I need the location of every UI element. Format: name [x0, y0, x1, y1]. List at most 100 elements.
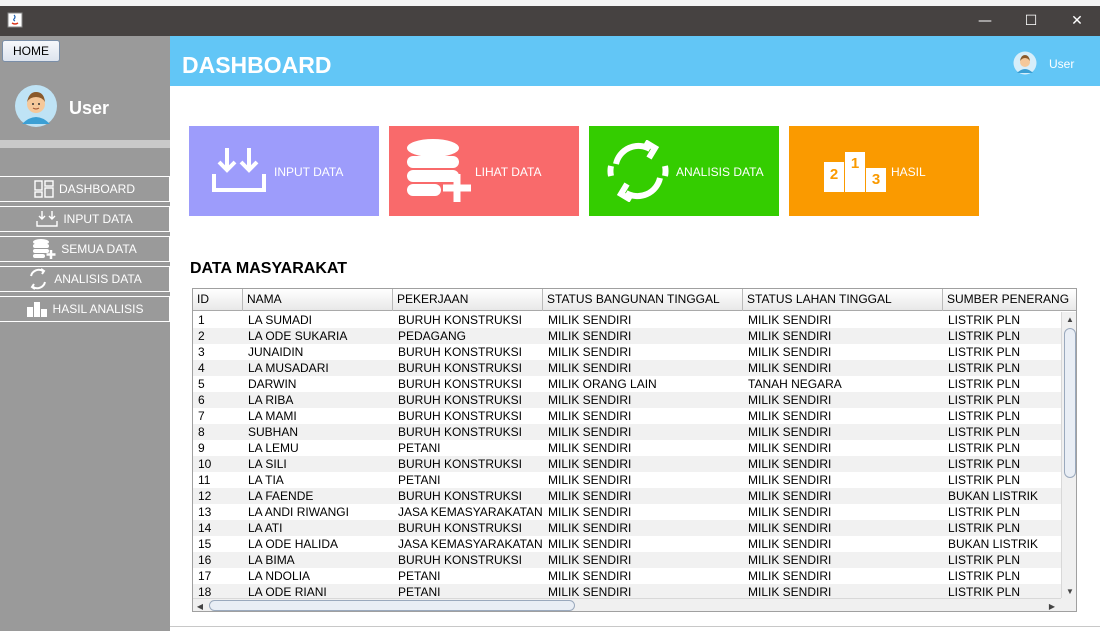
table-row[interactable]: 5 DARWIN BURUH KONSTRUKSI MILIK ORANG LAIN T… — [193, 376, 1061, 392]
table-cell: LISTRIK PLN — [948, 457, 1021, 471]
minimize-button[interactable]: — — [962, 6, 1008, 36]
table-row[interactable]: 1 LA SUMADI BURUH KONSTRUKSI MILIK SENDIRI M… — [193, 312, 1061, 328]
scroll-down-arrow[interactable]: ▼ — [1062, 584, 1076, 598]
table-cell: LISTRIK PLN — [948, 585, 1021, 598]
podium-icon — [26, 302, 47, 317]
table-cell: MILIK SENDIRI — [548, 441, 632, 455]
table-cell: 17 — [198, 569, 212, 583]
sidebar-item-dashboard[interactable]: DASHBOARD — [0, 176, 170, 202]
scroll-right-arrow[interactable]: ▶ — [1045, 599, 1059, 611]
sidebar-item-semua-data[interactable]: SEMUA DATA — [0, 236, 170, 262]
table-cell: LA TIA — [248, 473, 284, 487]
table-cell: MILIK SENDIRI — [748, 489, 832, 503]
table-cell: MILIK SENDIRI — [748, 505, 832, 519]
vertical-scrollbar[interactable]: ▲ ▼ — [1061, 312, 1076, 598]
table-cell: 15 — [198, 537, 212, 551]
table-cell: LISTRIK PLN — [948, 553, 1021, 567]
table-cell: LISTRIK PLN — [948, 441, 1021, 455]
tile-hasil[interactable]: 2 1 3 HASIL — [789, 126, 979, 216]
header-user-label[interactable]: User — [1049, 57, 1074, 71]
column-header-pekerjaan[interactable]: PEKERJAAN — [393, 289, 543, 311]
scroll-left-arrow[interactable]: ◀ — [193, 599, 207, 611]
horizontal-scroll-thumb[interactable] — [209, 600, 575, 611]
table-row[interactable]: 11 LA TIA PETANI MILIK SENDIRI MILIK SENDIRI… — [193, 472, 1061, 488]
header-avatar-icon — [1013, 51, 1037, 75]
table-cell: JASA KEMASYARAKATAN — [398, 537, 543, 551]
column-header-id[interactable]: ID — [193, 289, 243, 311]
table-row[interactable]: 2 LA ODE SUKARIA PEDAGANG MILIK SENDIRI MILI… — [193, 328, 1061, 344]
table-row[interactable]: 7 LA MAMI BURUH KONSTRUKSI MILIK SENDIRI MIL… — [193, 408, 1061, 424]
table-cell: BURUH KONSTRUKSI — [398, 521, 523, 535]
table-cell: BURUH KONSTRUKSI — [398, 313, 523, 327]
table-cell: BURUH KONSTRUKSI — [398, 409, 523, 423]
table-cell: LA LEMU — [248, 441, 299, 455]
table-cell: MILIK SENDIRI — [748, 425, 832, 439]
table-row[interactable]: 18 LA ODE RIANI PETANI MILIK SENDIRI MILIK S… — [193, 584, 1061, 598]
sidebar-item-label: SEMUA DATA — [61, 242, 137, 256]
table-cell: MILIK SENDIRI — [548, 505, 632, 519]
column-header-sumber-penerang[interactable]: SUMBER PENERANG — [943, 289, 1076, 311]
tile-input-data[interactable]: INPUT DATA — [189, 126, 379, 216]
table-cell: MILIK SENDIRI — [748, 585, 832, 598]
table-cell: BURUH KONSTRUKSI — [398, 361, 523, 375]
tile-label: ANALISIS DATA — [676, 165, 764, 179]
table-row[interactable]: 13 LA ANDI RIWANGI JASA KEMASYARAKATAN MILI… — [193, 504, 1061, 520]
svg-text:1: 1 — [851, 155, 859, 172]
table-row[interactable]: 14 LA ATI BURUH KONSTRUKSI MILIK SENDIRI MIL… — [193, 520, 1061, 536]
table-cell: LISTRIK PLN — [948, 473, 1021, 487]
table-row[interactable]: 3 JUNAIDIN BURUH KONSTRUKSI MILIK SENDIRI MI… — [193, 344, 1061, 360]
home-button[interactable]: HOME — [2, 40, 60, 62]
table-cell: LISTRIK PLN — [948, 505, 1021, 519]
table-cell: LA SILI — [248, 457, 287, 471]
scroll-corner — [1061, 598, 1076, 611]
sidebar-item-hasil-analisis[interactable]: HASIL ANALISIS — [0, 296, 170, 322]
sidebar-item-analisis-data[interactable]: ANALISIS DATA — [0, 266, 170, 292]
table-cell: 13 — [198, 505, 212, 519]
sidebar-item-input-data[interactable]: INPUT DATA — [0, 206, 170, 232]
scroll-up-arrow[interactable]: ▲ — [1062, 312, 1076, 326]
table-cell: BUKAN LISTRIK — [948, 489, 1039, 503]
table-cell: MILIK SENDIRI — [748, 393, 832, 407]
table-cell: SUBHAN — [248, 425, 299, 439]
sidebar-item-label: DASHBOARD — [58, 182, 135, 196]
table-cell: 2 — [198, 329, 205, 343]
table-cell: LA ATI — [248, 521, 283, 535]
table-row[interactable]: 17 LA NDOLIA PETANI MILIK SENDIRI MILIK SEND… — [193, 568, 1061, 584]
table-row[interactable]: 8 SUBHAN BURUH KONSTRUKSI MILIK SENDIRI MILI… — [193, 424, 1061, 440]
tile-label: HASIL — [891, 165, 926, 179]
table-cell: 11 — [198, 473, 211, 487]
column-header-status-lahan[interactable]: STATUS LAHAN TINGGAL — [743, 289, 943, 311]
table-cell: BUKAN LISTRIK — [948, 537, 1039, 551]
table-cell: LA FAENDE — [248, 489, 314, 503]
table-cell: MILIK SENDIRI — [548, 361, 632, 375]
sidebar-item-label: HASIL ANALISIS — [52, 302, 144, 316]
close-button[interactable]: ✕ — [1054, 6, 1100, 36]
table-row[interactable]: 9 LA LEMU PETANI MILIK SENDIRI MILIK SENDIRI… — [193, 440, 1061, 456]
tile-label: INPUT DATA — [274, 165, 344, 179]
table-cell: MILIK SENDIRI — [548, 313, 632, 327]
column-header-nama[interactable]: NAMA — [243, 289, 393, 311]
table-cell: LA NDOLIA — [248, 569, 311, 583]
sidebar-divider — [0, 140, 170, 148]
table-cell: LISTRIK PLN — [948, 345, 1021, 359]
table-row[interactable]: 10 LA SILI BURUH KONSTRUKSI MILIK SENDIRI MI… — [193, 456, 1061, 472]
table-cell: MILIK SENDIRI — [748, 537, 832, 551]
table-cell: MILIK SENDIRI — [748, 473, 832, 487]
table-row[interactable]: 12 LA FAENDE BURUH KONSTRUKSI MILIK SENDIRI… — [193, 488, 1061, 504]
tile-lihat-data[interactable]: LIHAT DATA — [389, 126, 579, 216]
table-cell: 7 — [198, 409, 205, 423]
table-cell: MILIK SENDIRI — [548, 345, 632, 359]
table-row[interactable]: 15 LA ODE HALIDA JASA KEMASYARAKATAN MILIK … — [193, 536, 1061, 552]
tile-analisis-data[interactable]: ANALISIS DATA — [589, 126, 779, 216]
download-tray-icon — [36, 211, 59, 227]
vertical-scroll-thumb[interactable] — [1064, 328, 1076, 478]
horizontal-scrollbar[interactable]: ◀ ▶ — [193, 598, 1061, 611]
table-cell: MILIK SENDIRI — [548, 457, 632, 471]
maximize-button[interactable]: ☐ — [1008, 6, 1054, 36]
table-row[interactable]: 4 LA MUSADARI BURUH KONSTRUKSI MILIK SENDIR… — [193, 360, 1061, 376]
column-header-status-bangunan[interactable]: STATUS BANGUNAN TINGGAL — [543, 289, 743, 311]
table-row[interactable]: 16 LA BIMA BURUH KONSTRUKSI MILIK SENDIRI MI… — [193, 552, 1061, 568]
refresh-cycle-icon — [30, 268, 47, 290]
table-row[interactable]: 6 LA RIBA BURUH KONSTRUKSI MILIK SENDIRI MIL… — [193, 392, 1061, 408]
table-cell: TANAH NEGARA — [748, 377, 842, 391]
